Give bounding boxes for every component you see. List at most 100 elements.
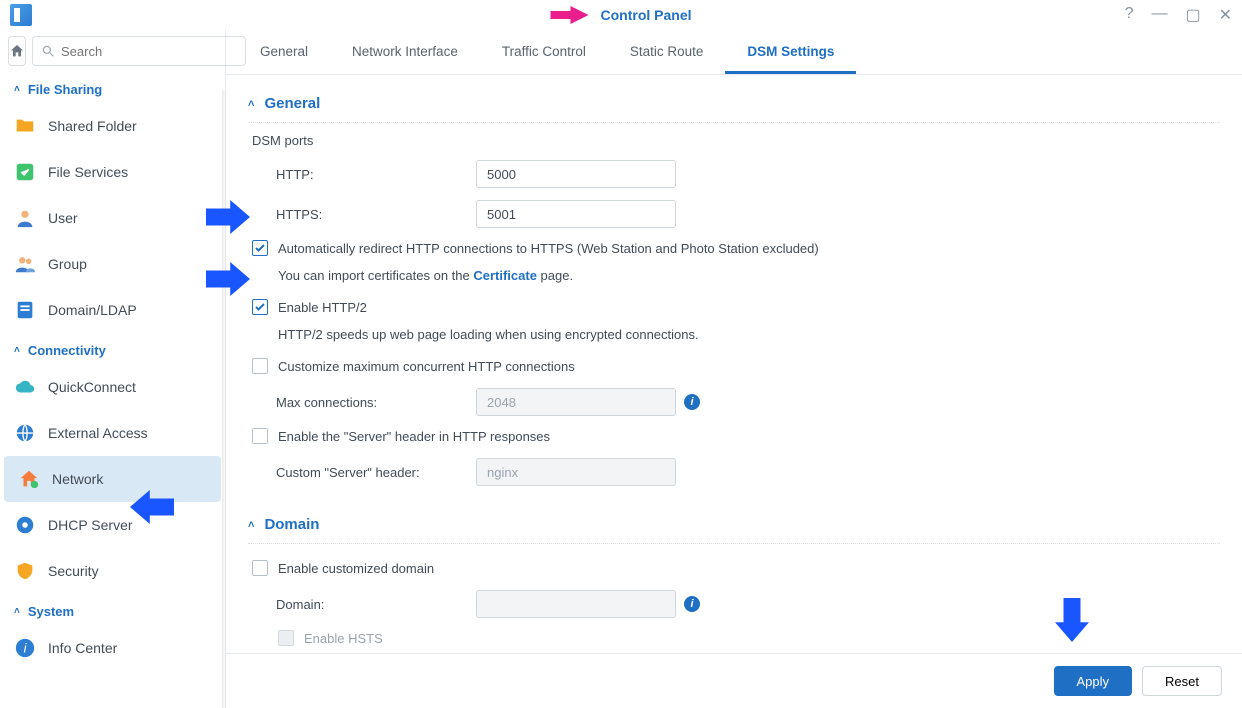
minimize-icon[interactable]: — [1151,5,1167,25]
window-controls: ? — ▢ ✕ [1125,5,1232,25]
check-icon [254,301,266,313]
sidebar-item-label: Domain/LDAP [48,302,137,318]
enable-domain-row: Enable customized domain [248,554,1220,584]
sidebar-item-label: QuickConnect [48,379,136,395]
main-panel: General Network Interface Traffic Contro… [226,30,1242,708]
chevron-up-icon: ˄ [248,98,254,110]
tab-dsm-settings[interactable]: DSM Settings [725,30,856,74]
chevron-up-icon: ˄ [248,519,254,531]
sidebar-item-network[interactable]: Network [4,456,221,502]
titlebar: Control Panel ? — ▢ ✕ [0,0,1242,30]
close-icon[interactable]: ✕ [1219,5,1232,25]
chevron-up-icon: ˄ [14,84,20,95]
sidebar-item-shared-folder[interactable]: Shared Folder [0,103,225,149]
http2-note: HTTP/2 speeds up web page loading when u… [248,323,1220,352]
section-toggle-domain[interactable]: ˄ Domain [248,510,1220,544]
sidebar-section-file-sharing[interactable]: ˄ File Sharing [0,72,225,103]
annotation-arrow-pink [570,6,588,24]
sidebar-item-group[interactable]: Group [0,241,225,287]
sidebar-item-label: Group [48,256,87,272]
http-port-row: HTTP: [248,154,1220,194]
help-icon[interactable]: ? [1125,5,1134,25]
sidebar-item-info-center[interactable]: i Info Center [0,625,225,671]
sidebar-item-label: Security [48,563,99,579]
https-label: HTTPS: [276,207,476,222]
home-button[interactable] [8,36,26,66]
sidebar-section-system[interactable]: ˄ System [0,594,225,625]
shield-icon [14,560,36,582]
sidebar-item-security[interactable]: Security [0,548,225,594]
home-icon [9,43,25,59]
domain-ldap-icon [14,299,36,321]
section-toggle-general[interactable]: ˄ General [248,89,1220,123]
tab-static-route[interactable]: Static Route [608,30,726,74]
maxconn-input [476,388,676,416]
footer: Apply Reset [226,653,1242,708]
server-header-checkbox[interactable] [252,428,268,444]
content-area: ˄ General DSM ports HTTP: HTTPS: Automat… [226,75,1242,653]
section-label: System [28,604,74,619]
dsm-ports-label: DSM ports [248,133,1220,148]
info-icon[interactable]: i [684,394,700,410]
sidebar-item-label: DHCP Server [48,517,133,533]
certificate-link[interactable]: Certificate [473,268,537,283]
maxconn-row: Customize maximum concurrent HTTP connec… [248,352,1220,382]
window-title: Control Panel [600,7,691,23]
domain-input [476,590,676,618]
search-input[interactable] [61,44,237,59]
chevron-up-icon: ˄ [14,345,20,356]
maxconn-checkbox[interactable] [252,358,268,374]
app-icon [10,4,32,26]
sidebar-item-domain-ldap[interactable]: Domain/LDAP [0,287,225,333]
file-services-icon [14,161,36,183]
enable-domain-checkbox[interactable] [252,560,268,576]
search-field[interactable] [32,36,246,66]
section-label: File Sharing [28,82,102,97]
http2-label: Enable HTTP/2 [278,299,367,317]
folder-icon [14,115,36,137]
network-icon [18,468,40,490]
certificate-note: You can import certificates on the Certi… [248,264,1220,293]
tab-traffic-control[interactable]: Traffic Control [480,30,608,74]
tab-network-interface[interactable]: Network Interface [330,30,480,74]
http2-checkbox[interactable] [252,299,268,315]
search-icon [41,44,55,58]
server-header-input [476,458,676,486]
https-port-input[interactable] [476,200,676,228]
group-icon [14,253,36,275]
maxconn-label: Max connections: [276,395,476,410]
enable-domain-label: Enable customized domain [278,560,434,578]
globe-icon [14,422,36,444]
http-port-input[interactable] [476,160,676,188]
info-icon[interactable]: i [684,596,700,612]
redirect-https-checkbox[interactable] [252,240,268,256]
sidebar-item-label: External Access [48,425,148,441]
tab-general[interactable]: General [238,30,330,74]
https-port-row: HTTPS: [248,194,1220,234]
http-label: HTTP: [276,167,476,182]
reset-button[interactable]: Reset [1142,666,1222,696]
sidebar: ˄ File Sharing Shared Folder File Servic… [0,30,226,708]
sidebar-item-external-access[interactable]: External Access [0,410,225,456]
redirect-https-label: Automatically redirect HTTP connections … [278,240,819,258]
sidebar-item-user[interactable]: User [0,195,225,241]
cloud-icon [14,376,36,398]
domain-label: Domain: [276,597,476,612]
maxconn-field-row: Max connections: i [248,382,1220,422]
sidebar-item-file-services[interactable]: File Services [0,149,225,195]
sidebar-item-dhcp-server[interactable]: DHCP Server [0,502,225,548]
hsts-checkbox [278,630,294,646]
chevron-up-icon: ˄ [14,606,20,617]
maximize-icon[interactable]: ▢ [1185,5,1200,25]
sidebar-item-label: File Services [48,164,128,180]
tab-bar: General Network Interface Traffic Contro… [226,30,1242,75]
http2-row: Enable HTTP/2 [248,293,1220,323]
redirect-https-row: Automatically redirect HTTP connections … [248,234,1220,264]
sidebar-section-connectivity[interactable]: ˄ Connectivity [0,333,225,364]
apply-button[interactable]: Apply [1054,666,1133,696]
dhcp-icon [14,514,36,536]
sidebar-item-label: User [48,210,78,226]
section-title-label: Domain [264,516,319,533]
hsts-row: Enable HSTS [248,624,1220,653]
sidebar-item-quickconnect[interactable]: QuickConnect [0,364,225,410]
